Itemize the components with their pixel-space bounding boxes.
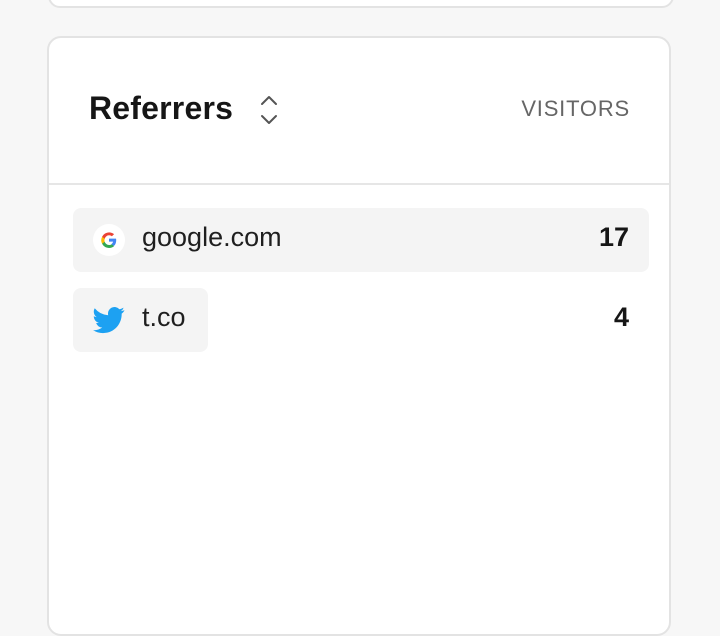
visitors-column-header: VISITORS bbox=[521, 96, 630, 121]
previous-card bbox=[48, 0, 674, 8]
referrers-card: Referrers VISITORS google.com 17 t.co 4 bbox=[47, 36, 671, 636]
referrer-visitors: 17 bbox=[598, 222, 629, 252]
sort-toggle-icon[interactable] bbox=[257, 94, 281, 126]
card-header: Referrers VISITORS bbox=[49, 38, 669, 185]
list-item[interactable]: google.com 17 bbox=[73, 208, 649, 272]
google-icon bbox=[93, 224, 125, 256]
referrer-label: t.co bbox=[142, 302, 186, 332]
referrer-label: google.com bbox=[142, 222, 282, 252]
twitter-icon bbox=[93, 304, 125, 336]
list-item[interactable]: t.co 4 bbox=[73, 288, 649, 352]
card-title: Referrers bbox=[89, 90, 234, 126]
referrer-visitors: 4 bbox=[613, 302, 629, 332]
referrer-list: google.com 17 t.co 4 bbox=[73, 208, 649, 368]
